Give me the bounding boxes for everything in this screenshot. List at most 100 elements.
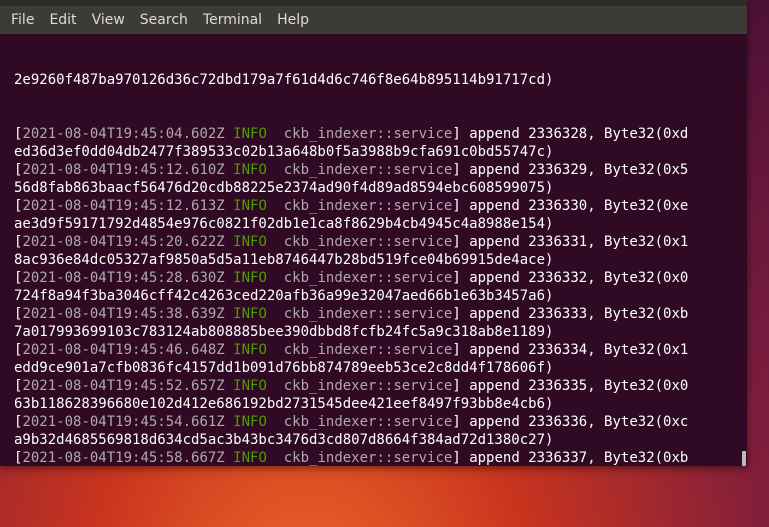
log-level: INFO xyxy=(233,414,267,430)
close-bracket: ] xyxy=(452,450,461,466)
log-timestamp: 2021-08-04T19:45:12.613Z xyxy=(22,198,225,214)
log-message: append 2336335, Byte32(0x0 xyxy=(460,378,689,394)
log-level: INFO xyxy=(233,378,267,394)
menu-bar: File Edit View Search Terminal Help xyxy=(0,6,747,34)
log-message: append 2336333, Byte32(0xb xyxy=(460,306,689,322)
log-continuation-line: edd9ce901a7cfb0836fc4157dd1b091d76bb8747… xyxy=(14,360,554,376)
log-continuation-line: 56d8fab863baacf56476d20cdb88225e2374ad90… xyxy=(14,180,554,196)
log-message: append 2336337, Byte32(0xb xyxy=(460,450,689,466)
log-line: [2021-08-04T19:45:04.602Z INFO ckb_index… xyxy=(14,125,740,143)
log-continuation-line: 63b118628396680e102d412e686192bd2731545d… xyxy=(14,396,554,412)
log-module: ckb_indexer::service xyxy=(283,414,453,430)
log-level: INFO xyxy=(233,162,267,178)
menu-terminal[interactable]: Terminal xyxy=(195,6,269,34)
log-module: ckb_indexer::service xyxy=(283,450,453,466)
close-bracket: ] xyxy=(452,342,461,358)
log-timestamp: 2021-08-04T19:45:04.602Z xyxy=(22,126,225,142)
log-timestamp: 2021-08-04T19:45:20.622Z xyxy=(22,234,225,250)
menu-help[interactable]: Help xyxy=(269,6,316,34)
close-bracket: ] xyxy=(452,198,461,214)
log-continuation-line: 724f8a94f3ba3046cff42c4263ced220afb36a99… xyxy=(14,288,554,304)
log-message: append 2336329, Byte32(0x5 xyxy=(460,162,689,178)
log-line: [2021-08-04T19:45:52.657Z INFO ckb_index… xyxy=(14,377,740,395)
log-module: ckb_indexer::service xyxy=(283,270,453,286)
close-bracket: ] xyxy=(452,162,461,178)
log-timestamp: 2021-08-04T19:45:12.610Z xyxy=(22,162,225,178)
log-message: append 2336328, Byte32(0xd xyxy=(460,126,689,142)
log-timestamp: 2021-08-04T19:45:28.630Z xyxy=(22,270,225,286)
close-bracket: ] xyxy=(452,378,461,394)
log-message: append 2336336, Byte32(0xc xyxy=(460,414,689,430)
log-message: append 2336331, Byte32(0x1 xyxy=(460,234,689,250)
terminal-window: File Edit View Search Terminal Help 2e92… xyxy=(0,0,747,466)
log-line: [2021-08-04T19:45:46.648Z INFO ckb_index… xyxy=(14,341,740,359)
log-level: INFO xyxy=(233,306,267,322)
log-line: [2021-08-04T19:45:38.639Z INFO ckb_index… xyxy=(14,305,740,323)
log-module: ckb_indexer::service xyxy=(283,306,453,322)
log-continuation-line: 8ac936e84dc05327af9850a5d5a11eb8746447b2… xyxy=(14,252,554,268)
log-line: [2021-08-04T19:45:28.630Z INFO ckb_index… xyxy=(14,269,740,287)
log-level: INFO xyxy=(233,126,267,142)
close-bracket: ] xyxy=(452,234,461,250)
menu-edit[interactable]: Edit xyxy=(41,6,83,34)
log-module: ckb_indexer::service xyxy=(283,234,453,250)
scrollbar[interactable] xyxy=(740,34,747,466)
log-level: INFO xyxy=(233,234,267,250)
log-continuation-line: ae3d9f59171792d4854e976c0821f02db1e1ca8f… xyxy=(14,216,554,232)
log-module: ckb_indexer::service xyxy=(283,162,453,178)
menu-search[interactable]: Search xyxy=(132,6,195,34)
log-line: [2021-08-04T19:45:54.661Z INFO ckb_index… xyxy=(14,413,740,431)
close-bracket: ] xyxy=(452,126,461,142)
log-line: [2021-08-04T19:45:12.613Z INFO ckb_index… xyxy=(14,197,740,215)
log-level: INFO xyxy=(233,270,267,286)
log-module: ckb_indexer::service xyxy=(283,342,453,358)
log-module: ckb_indexer::service xyxy=(283,198,453,214)
log-message: append 2336330, Byte32(0xe xyxy=(460,198,689,214)
log-level: INFO xyxy=(233,450,267,466)
scrollbar-thumb[interactable] xyxy=(742,451,746,466)
log-continuation-line: 2e9260f487ba970126d36c72dbd179a7f61d4d6c… xyxy=(14,72,554,88)
close-bracket: ] xyxy=(452,270,461,286)
log-message: append 2336334, Byte32(0x1 xyxy=(460,342,689,358)
close-bracket: ] xyxy=(452,306,461,322)
log-continuation-line: a9b32d4685569818d634cd5ac3b43bc3476d3cd8… xyxy=(14,432,554,448)
log-timestamp: 2021-08-04T19:45:46.648Z xyxy=(22,342,225,358)
log-timestamp: 2021-08-04T19:45:38.639Z xyxy=(22,306,225,322)
close-bracket: ] xyxy=(452,414,461,430)
log-timestamp: 2021-08-04T19:45:52.657Z xyxy=(22,378,225,394)
log-module: ckb_indexer::service xyxy=(283,126,453,142)
log-continuation-line: ed36d3ef0dd04db2477f389533c02b13a648b0f5… xyxy=(14,144,554,160)
log-line: [2021-08-04T19:45:20.622Z INFO ckb_index… xyxy=(14,233,740,251)
menu-view[interactable]: View xyxy=(84,6,132,34)
log-line: [2021-08-04T19:45:12.610Z INFO ckb_index… xyxy=(14,161,740,179)
log-continuation-line: 7a017993699103c783124ab808885bee390dbbd8… xyxy=(14,324,554,340)
log-level: INFO xyxy=(233,198,267,214)
log-line: [2021-08-04T19:45:58.667Z INFO ckb_index… xyxy=(14,449,740,466)
log-module: ckb_indexer::service xyxy=(283,378,453,394)
terminal-text: 2e9260f487ba970126d36c72dbd179a7f61d4d6c… xyxy=(14,35,740,466)
menu-file[interactable]: File xyxy=(0,6,41,34)
terminal-output[interactable]: 2e9260f487ba970126d36c72dbd179a7f61d4d6c… xyxy=(0,34,740,466)
log-timestamp: 2021-08-04T19:45:54.661Z xyxy=(22,414,225,430)
log-level: INFO xyxy=(233,342,267,358)
log-timestamp: 2021-08-04T19:45:58.667Z xyxy=(22,450,225,466)
